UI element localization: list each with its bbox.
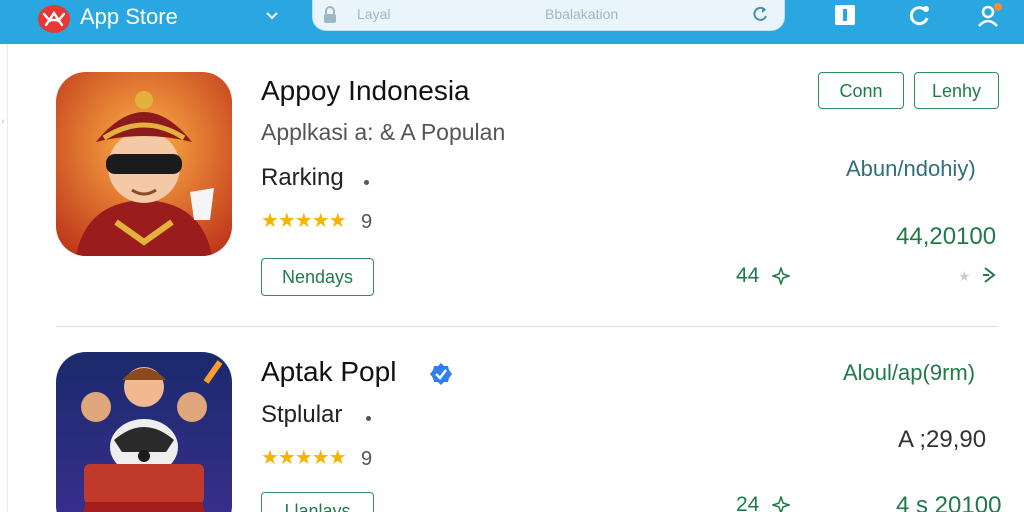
app-title[interactable]: Appoy Indonesia [261,74,470,108]
app-category: Stplular [261,401,343,428]
install-button[interactable]: Nendays [261,258,374,296]
arrow-icon[interactable] [980,266,998,284]
verified-badge-icon [429,362,453,386]
lenhy-button[interactable]: Lenhy [914,72,999,109]
developer-name: Abun/ndohiy) [846,156,976,181]
developer-name: Aloul/ap(9rm) [843,360,976,385]
app-store-logo-icon[interactable] [38,5,70,33]
reload-icon[interactable] [750,4,770,24]
bookmark-icon[interactable] [832,3,858,29]
chevron-down-icon[interactable] [262,4,282,26]
app-row[interactable]: Aptak Popl Stplular ★★★★★ 9 Llanlays Alo… [0,352,1024,512]
separator-dot [364,180,369,185]
separator-dot [366,416,371,421]
search-placeholder-right: Bbalakation [545,6,619,22]
sparkle-icon [770,265,792,287]
star-rating: ★★★★★ [261,210,347,232]
app-row[interactable]: Appoy Indonesia Applkasi a: & A Populan … [0,72,1024,317]
sparkle-icon [770,494,792,512]
install-button[interactable]: Llanlays [261,492,374,512]
row-divider [56,326,998,327]
secondary-price: 4 s 20100 [896,492,1002,512]
brand-title[interactable]: App Store [80,4,178,30]
lock-icon [319,4,341,26]
top-bar: App Store Layal Bbalakation [0,0,1024,44]
app-subtitle: Applkasi a: & A Populan [261,119,506,145]
app-icon-image[interactable] [56,352,232,512]
rating-count: 9 [361,211,373,233]
conn-button[interactable]: Conn [818,72,904,109]
price-value: 44,20100 [896,223,997,250]
refresh-icon[interactable] [906,3,932,29]
app-icon-image[interactable] [56,72,232,256]
user-notification-icon[interactable] [976,3,1002,29]
rating-count: 9 [361,448,373,470]
search-bar[interactable]: Layal Bbalakation [312,0,785,31]
app-title[interactable]: Aptak Popl [261,355,396,389]
search-placeholder-left: Layal [357,6,391,22]
download-count: 24 [736,493,760,512]
price-value: A ;29,90 [898,426,987,453]
app-category: Rarking [261,164,344,191]
star-rating: ★★★★★ [261,447,347,469]
download-count: 44 [736,264,760,287]
faded-star-icon: ★ [958,268,971,284]
